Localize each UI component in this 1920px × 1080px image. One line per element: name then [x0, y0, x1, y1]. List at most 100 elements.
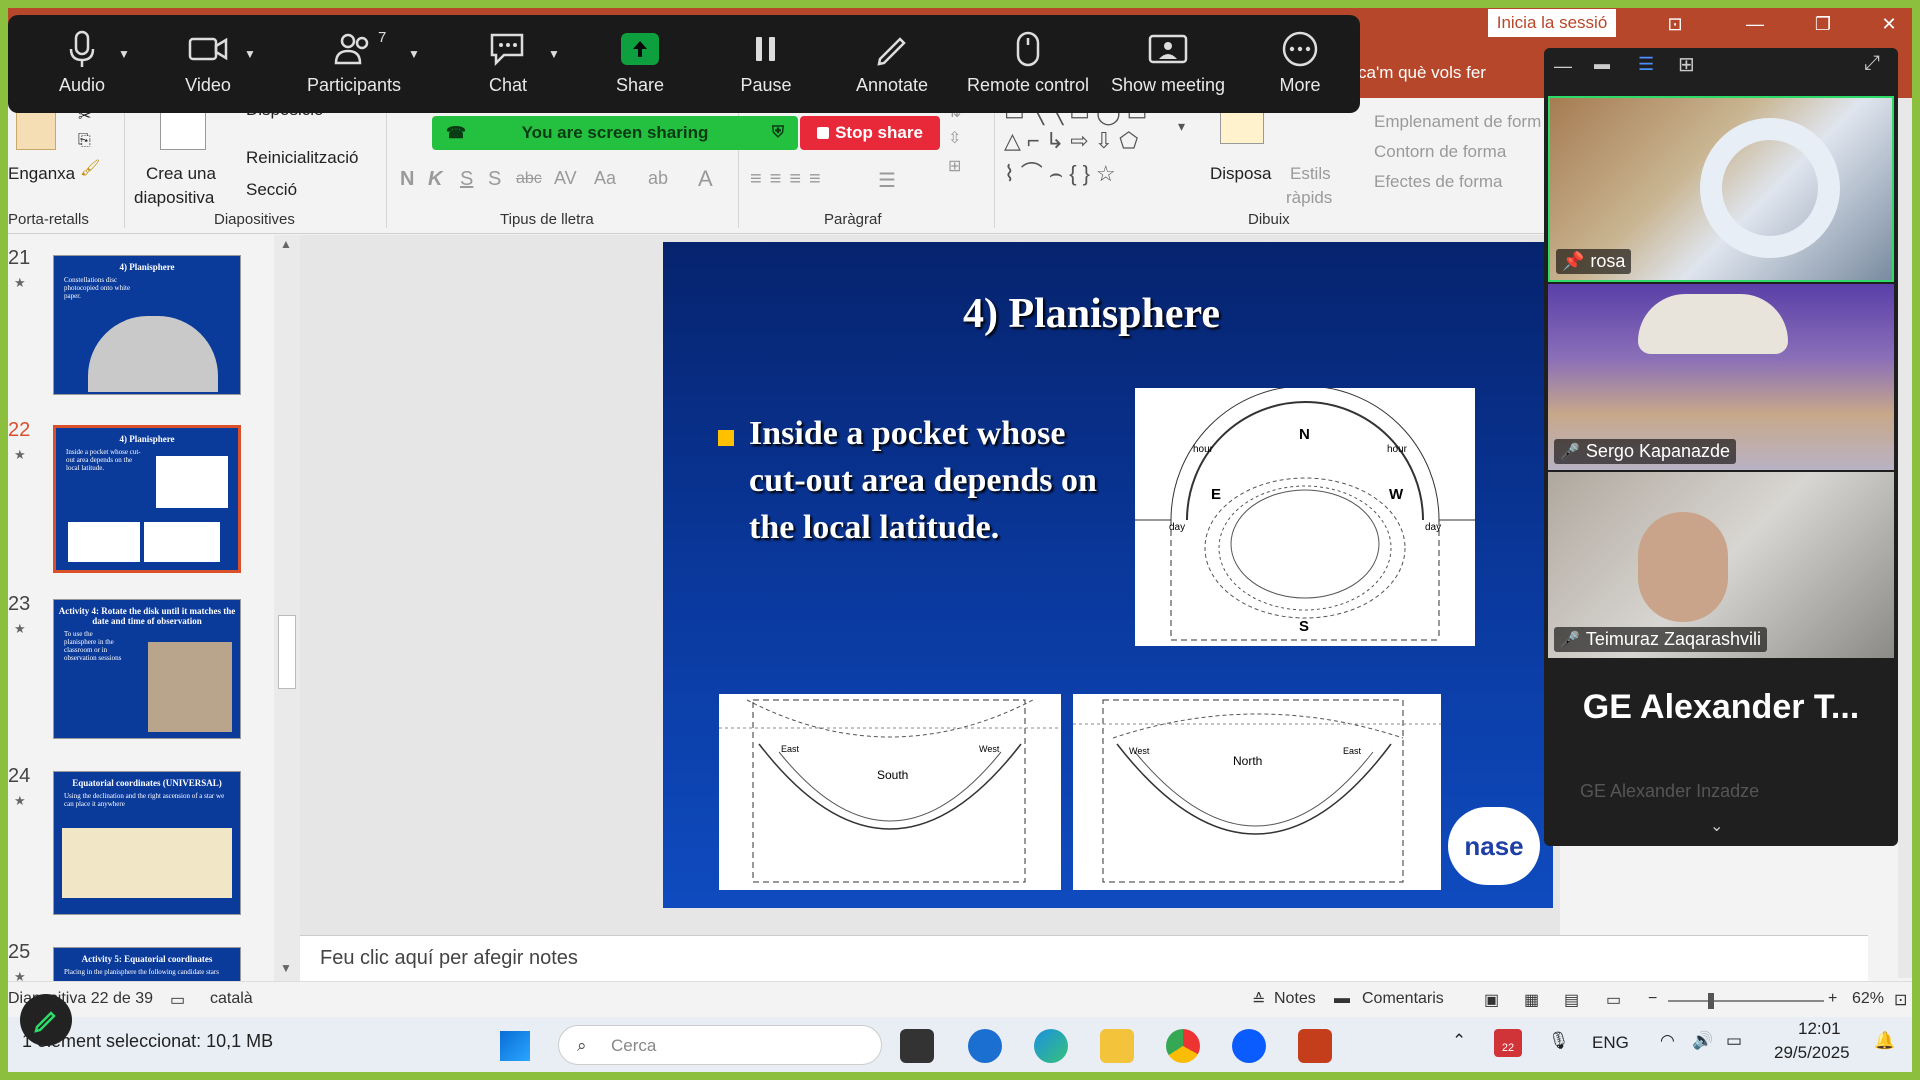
slideshow-icon[interactable]: ▭	[1606, 990, 1621, 1010]
strip-view-icon[interactable]: ☰	[1638, 54, 1654, 75]
reset-button[interactable]: Reinicialització	[246, 148, 358, 168]
columns-icon[interactable]: ☰	[878, 168, 896, 193]
remote-control-button[interactable]: Remote control	[967, 23, 1089, 107]
notes-placeholder[interactable]: Feu clic aquí per afegir notes	[320, 947, 578, 970]
north-pocket-diagram[interactable]: North East West	[1073, 694, 1441, 890]
input-language[interactable]: ENG	[1592, 1033, 1629, 1053]
gallery-view-icon[interactable]: ⊞	[1678, 52, 1695, 77]
audio-button[interactable]: Audio	[22, 23, 142, 107]
screen-sharing-banner[interactable]: ☎ You are screen sharing ⛨	[432, 116, 798, 150]
accessibility-icon[interactable]: ▭	[170, 990, 185, 1010]
shape-outline-button[interactable]: Contorn de forma	[1374, 142, 1506, 162]
zoom-app-icon[interactable]	[1232, 1029, 1266, 1063]
tell-me-search[interactable]: ca'm què vols fer	[1358, 63, 1486, 83]
pause-button[interactable]: Pause	[706, 23, 826, 107]
notes-icon[interactable]: ≙	[1252, 990, 1265, 1010]
slide-bullet-text[interactable]: Inside a pocket whose cut-out area depen…	[749, 410, 1109, 551]
quick-styles-line2[interactable]: ràpids	[1286, 188, 1332, 208]
shapes-gallery-row2[interactable]: △⌐↳⇨⇩⬠	[1004, 128, 1144, 154]
new-slide-line1[interactable]: Crea una	[146, 164, 216, 184]
ribbon-display-icon[interactable]: ⊡	[1660, 14, 1690, 35]
alignment-icons[interactable]: ≡≡≡≡	[750, 168, 829, 191]
minimize-icon[interactable]: —	[1740, 14, 1770, 35]
scroll-more-chevron-icon[interactable]: ⌄	[1710, 816, 1723, 836]
format-painter-icon[interactable]: 🖌	[80, 158, 100, 178]
participants-options-chevron-icon[interactable]: ▼	[408, 47, 420, 61]
strikethrough-icon[interactable]: abc	[516, 170, 542, 188]
slide-title[interactable]: 4) Planisphere	[963, 290, 1220, 338]
expand-icon[interactable]: ⤢	[1864, 52, 1880, 75]
chat-options-chevron-icon[interactable]: ▼	[548, 47, 560, 61]
thumbnail-scrollbar[interactable]: ▲ ▼	[274, 235, 300, 981]
section-button[interactable]: Secció	[246, 180, 297, 200]
clock-time[interactable]: 12:01	[1798, 1019, 1841, 1039]
chrome-icon[interactable]	[1166, 1029, 1200, 1063]
notes-toggle[interactable]: Notes	[1274, 990, 1316, 1008]
smartart-icon[interactable]: ⊞	[948, 156, 961, 176]
slide-sorter-icon[interactable]: ▦	[1524, 990, 1539, 1010]
font-color-icon[interactable]: A	[698, 166, 713, 192]
minimize-video-icon[interactable]: —	[1554, 56, 1572, 77]
fit-slide-icon[interactable]: ⊡	[1894, 990, 1907, 1010]
notes-pane[interactable]: Feu clic aquí per afegir notes	[300, 935, 1868, 981]
volume-icon[interactable]: 🔊	[1692, 1031, 1713, 1051]
video-tile-sergo[interactable]: 🎤 Sergo Kapanazde	[1548, 284, 1894, 470]
align-text-icon[interactable]: ⇳	[948, 128, 961, 148]
comments-toggle[interactable]: Comentaris	[1362, 990, 1444, 1008]
scroll-down-icon[interactable]: ▼	[280, 961, 292, 975]
shadow-icon[interactable]: S	[488, 168, 501, 191]
zoom-level[interactable]: 62%	[1852, 990, 1884, 1008]
shapes-more-icon[interactable]: ▾	[1178, 118, 1185, 135]
zoom-slider-thumb[interactable]	[1708, 993, 1714, 1009]
slide-22[interactable]: 4) Planisphere Inside a pocket whose cut…	[663, 242, 1553, 908]
highlight-icon[interactable]: ab	[648, 168, 668, 189]
file-explorer-icon[interactable]	[1100, 1029, 1134, 1063]
windows-start-icon[interactable]	[500, 1031, 530, 1061]
audio-options-chevron-icon[interactable]: ▼	[118, 47, 130, 61]
task-view-icon[interactable]	[900, 1029, 934, 1063]
notifications-icon[interactable]: 🔔	[1874, 1031, 1895, 1051]
zoom-out-icon[interactable]: −	[1648, 990, 1657, 1008]
signin-button[interactable]: Inicia la sessió	[1488, 9, 1616, 37]
battery-icon[interactable]: ▭	[1726, 1031, 1742, 1051]
speaker-view-icon[interactable]: ▬	[1594, 56, 1610, 74]
more-button[interactable]: More	[1240, 23, 1360, 107]
scroll-up-icon[interactable]: ▲	[280, 237, 292, 251]
slide-thumbnail-24[interactable]: Equatorial coordinates (UNIVERSAL) Using…	[53, 771, 241, 915]
planisphere-top-diagram[interactable]: N S E W hour hour day day	[1135, 385, 1475, 646]
reading-view-icon[interactable]: ▤	[1564, 990, 1579, 1010]
video-tile-teimuraz[interactable]: 🎤 Teimuraz Zaqarashvili	[1548, 472, 1894, 658]
close-icon[interactable]: ✕	[1874, 14, 1904, 35]
paste-button[interactable]: Enganxa	[8, 164, 75, 184]
scrollbar-thumb[interactable]	[278, 615, 296, 689]
video-tile-rosa[interactable]: 📌 rosa	[1548, 96, 1894, 282]
video-options-chevron-icon[interactable]: ▼	[244, 47, 256, 61]
arrange-button[interactable]: Disposa	[1210, 164, 1271, 184]
slide-thumbnail-21[interactable]: 4) Planisphere Constellations disc photo…	[53, 255, 241, 395]
shape-effects-button[interactable]: Efectes de forma	[1374, 172, 1503, 192]
video-button[interactable]: Video	[148, 23, 268, 107]
microphone-tray-icon[interactable]: 🎙	[1548, 1031, 1570, 1051]
south-pocket-diagram[interactable]: South East West	[719, 694, 1061, 890]
slide-thumbnail-22[interactable]: 4) Planisphere Inside a pocket whose cut…	[53, 425, 241, 573]
language-indicator[interactable]: català	[210, 990, 253, 1008]
quick-styles-line1[interactable]: Estils	[1290, 164, 1331, 184]
stop-share-button[interactable]: Stop share	[800, 116, 940, 150]
powerpoint-icon[interactable]	[1298, 1029, 1332, 1063]
chat-button[interactable]: Chat	[448, 23, 568, 107]
new-slide-line2[interactable]: diapositiva	[134, 188, 214, 208]
restore-icon[interactable]: ❐	[1808, 14, 1838, 35]
italic-icon[interactable]: K	[428, 168, 442, 191]
participants-button[interactable]: Participants	[294, 23, 414, 107]
bold-icon[interactable]: N	[400, 168, 414, 191]
clock-date[interactable]: 29/5/2025	[1774, 1043, 1850, 1063]
copy-icon[interactable]: ⎘	[78, 132, 91, 150]
annotation-pen-button[interactable]	[20, 994, 72, 1046]
show-hidden-icons-chevron-icon[interactable]: ⌃	[1452, 1031, 1466, 1051]
spacing-icon[interactable]: AV	[554, 168, 577, 189]
share-button[interactable]: Share	[580, 23, 700, 107]
taskbar-search[interactable]: ⌕ Cerca	[558, 1025, 882, 1065]
shapes-gallery-row3[interactable]: ⌇⌒⌢{}☆	[1004, 156, 1122, 188]
change-case-icon[interactable]: Aa	[594, 168, 616, 189]
slide-thumbnail-23[interactable]: Activity 4: Rotate the disk until it mat…	[53, 599, 241, 739]
